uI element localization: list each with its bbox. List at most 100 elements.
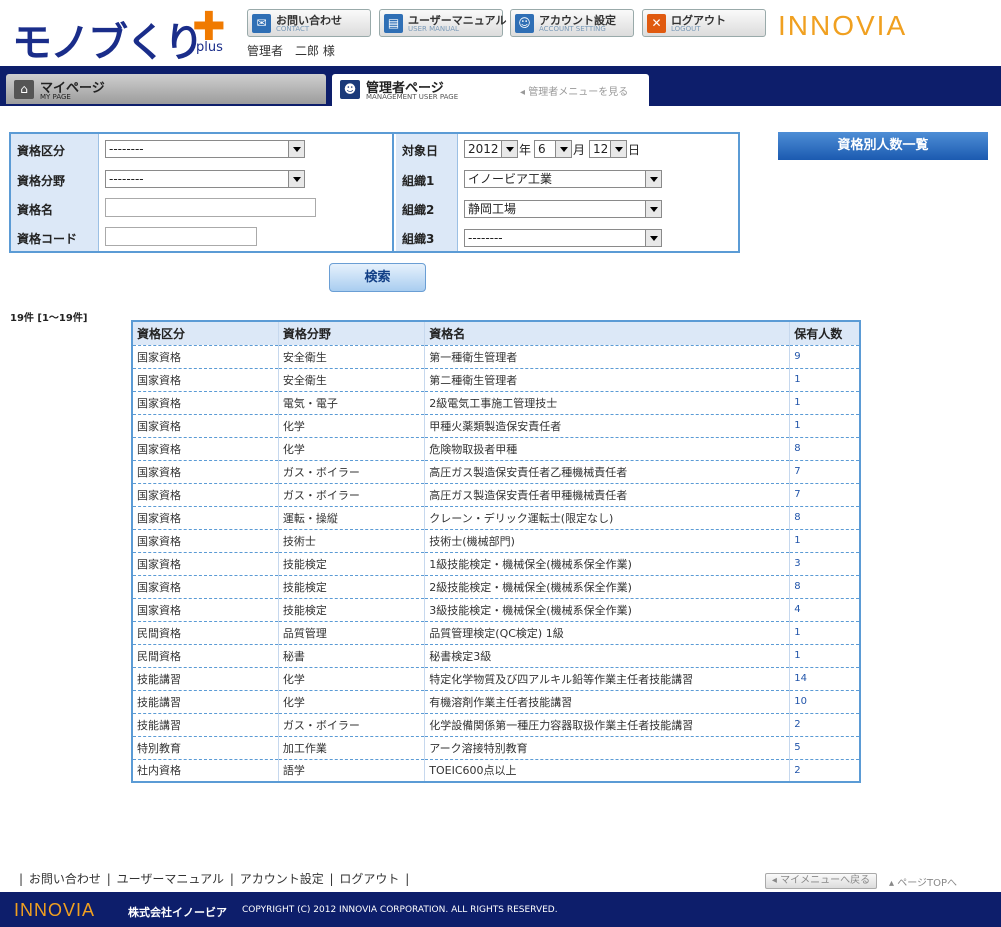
cell-holders[interactable]: 1	[789, 414, 861, 438]
logo-text: モノブくり	[12, 20, 204, 66]
table-row: 国家資格 化学 甲種火薬類製造保安責任者 1	[132, 414, 861, 438]
org1-select[interactable]: イノービア工業	[464, 170, 662, 188]
user-manual-sub: USER MANUAL	[408, 25, 459, 33]
cell-holders[interactable]: 7	[789, 483, 861, 507]
cell-category: 国家資格	[132, 506, 279, 530]
cell-holders[interactable]: 1	[789, 391, 861, 415]
book-icon: ▤	[384, 14, 403, 33]
org3-label: 組織3	[402, 232, 435, 246]
label-column: 資格区分 資格分野 資格名 資格コード	[11, 134, 99, 251]
cell-field: 化学	[278, 690, 426, 714]
cell-field: 運転・操縦	[278, 506, 426, 530]
account-setting-sub: ACCOUNT SETTING	[539, 25, 606, 33]
cell-category: 国家資格	[132, 368, 279, 392]
tab-mypage-sub: MY PAGE	[40, 93, 71, 101]
site-logo[interactable]: モノブくり ✚ plus	[12, 4, 232, 66]
tab-admin[interactable]: ☻ 管理者ページ MANAGEMENT USER PAGE ◂ 管理者メニューを…	[332, 74, 649, 106]
date-label: 対象日	[402, 144, 439, 158]
table-row: 国家資格 化学 危険物取扱者甲種 8	[132, 437, 861, 461]
field-select[interactable]: --------	[105, 170, 305, 188]
cell-category: 国家資格	[132, 598, 279, 622]
account-setting-button[interactable]: ☺ アカウント設定 ACCOUNT SETTING	[510, 9, 634, 37]
separator: |	[106, 872, 111, 886]
table-row: 国家資格 安全衛生 第二種衛生管理者 1	[132, 368, 861, 392]
contact-sub: CONTACT	[276, 25, 310, 33]
month-select[interactable]: 6	[534, 140, 572, 158]
cell-holders[interactable]: 8	[789, 437, 861, 461]
name-input[interactable]	[105, 198, 316, 217]
admin-menu-link[interactable]: ◂ 管理者メニューを見る	[520, 83, 628, 98]
header: モノブくり ✚ plus ✉ お問い合わせ CONTACT ▤ ユーザーマニュア…	[0, 0, 1001, 66]
table-row: 技能講習 ガス・ボイラー 化学設備関係第一種圧力容器取扱作業主任者技能講習 2	[132, 713, 861, 737]
year-select-value: 2012	[468, 142, 499, 156]
chevron-down-icon	[288, 171, 304, 187]
table-row: 国家資格 運転・操縦 クレーン・デリック運転士(限定なし) 8	[132, 506, 861, 530]
day-unit: 日	[628, 143, 641, 157]
category-select[interactable]: --------	[105, 140, 305, 158]
search-button[interactable]: 検索	[329, 263, 426, 292]
org2-label: 組織2	[402, 203, 435, 217]
cell-holders[interactable]: 14	[789, 667, 861, 691]
separator: |	[19, 872, 24, 886]
cell-holders[interactable]: 1	[789, 621, 861, 645]
cell-holders[interactable]: 7	[789, 460, 861, 484]
header-holders: 保有人数	[789, 321, 861, 346]
cell-holders[interactable]: 5	[789, 736, 861, 760]
back-to-menu-button[interactable]: ◂ マイメニューへ戻る	[765, 873, 877, 889]
code-input[interactable]	[105, 227, 257, 246]
logout-button[interactable]: ✕ ログアウト LOGOUT	[642, 9, 766, 37]
cell-holders[interactable]: 3	[789, 552, 861, 576]
cell-holders[interactable]: 1	[789, 368, 861, 392]
header-name: 資格名	[424, 321, 791, 346]
contact-button[interactable]: ✉ お問い合わせ CONTACT	[247, 9, 371, 37]
cell-holders[interactable]: 8	[789, 506, 861, 530]
cell-name: 甲種火薬類製造保安責任者	[424, 414, 791, 438]
cell-name: 技術士(機械部門)	[424, 529, 791, 553]
cell-category: 国家資格	[132, 529, 279, 553]
cell-name: 第一種衛生管理者	[424, 345, 791, 369]
org1-select-value: イノービア工業	[468, 172, 553, 186]
cell-field: 語学	[278, 759, 426, 783]
cell-field: 技術士	[278, 529, 426, 553]
page-top-link[interactable]: ▴ ページTOPへ	[889, 874, 957, 889]
cell-category: 国家資格	[132, 437, 279, 461]
table-row: 国家資格 技能検定 3級技能検定・機械保全(機械系保全作業) 4	[132, 598, 861, 622]
separator: |	[329, 872, 334, 886]
cell-holders[interactable]: 2	[789, 713, 861, 737]
cell-name: 高圧ガス製造保安責任者甲種機械責任者	[424, 483, 791, 507]
cell-field: 技能検定	[278, 575, 426, 599]
day-select[interactable]: 12	[589, 140, 627, 158]
cell-name: 3級技能検定・機械保全(機械系保全作業)	[424, 598, 791, 622]
footer-links: | お問い合わせ | ユーザーマニュアル | アカウント設定 | ログアウト |	[18, 870, 410, 887]
mail-icon: ✉	[252, 14, 271, 33]
cell-field: ガス・ボイラー	[278, 460, 426, 484]
footer-logout-link[interactable]: ログアウト	[339, 872, 399, 886]
category-select-value: --------	[109, 142, 144, 156]
cell-holders[interactable]: 8	[789, 575, 861, 599]
org3-select[interactable]: --------	[464, 229, 662, 247]
cell-holders[interactable]: 4	[789, 598, 861, 622]
field-select-value: --------	[109, 172, 144, 186]
cell-holders[interactable]: 1	[789, 644, 861, 668]
cell-holders[interactable]: 10	[789, 690, 861, 714]
day-select-value: 12	[593, 142, 609, 156]
footer-contact-link[interactable]: お問い合わせ	[29, 872, 101, 886]
org2-select[interactable]: 静岡工場	[464, 200, 662, 218]
cell-name: 特定化学物質及び四アルキル鉛等作業主任者技能講習	[424, 667, 791, 691]
cell-category: 国家資格	[132, 575, 279, 599]
footer-account-link[interactable]: アカウント設定	[240, 872, 324, 886]
user-manual-button[interactable]: ▤ ユーザーマニュアル USER MANUAL	[379, 9, 506, 37]
cell-holders[interactable]: 2	[789, 759, 861, 783]
cell-holders[interactable]: 1	[789, 529, 861, 553]
cell-holders[interactable]: 9	[789, 345, 861, 369]
table-row: 民間資格 秘書 秘書検定3級 1	[132, 644, 861, 668]
footer-manual-link[interactable]: ユーザーマニュアル	[117, 872, 224, 886]
org1-label: 組織1	[402, 174, 435, 188]
cell-category: 国家資格	[132, 483, 279, 507]
cell-field: 安全衛生	[278, 368, 426, 392]
chevron-down-icon	[645, 201, 661, 217]
table-row: 国家資格 安全衛生 第一種衛生管理者 9	[132, 345, 861, 369]
year-select[interactable]: 2012	[464, 140, 518, 158]
count-by-qualification-button[interactable]: 資格別人数一覧	[778, 132, 988, 160]
tab-mypage[interactable]: ⌂ マイページ MY PAGE	[6, 74, 326, 104]
